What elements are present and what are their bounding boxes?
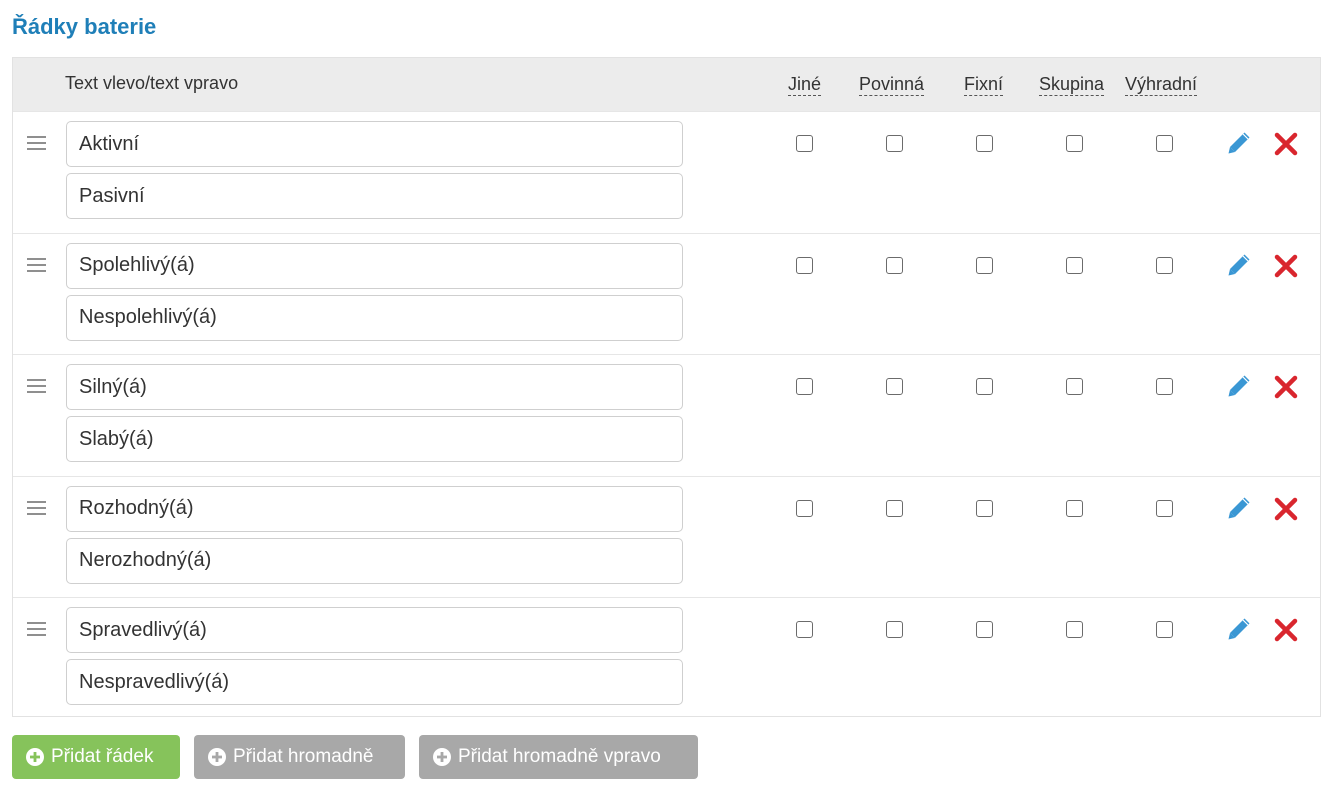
drag-handle-icon[interactable] [27, 379, 46, 393]
add-bulk-label: Přidat hromadně [233, 746, 374, 767]
close-icon[interactable] [1273, 374, 1299, 400]
table-row [13, 232, 1320, 354]
checkbox-fixed[interactable] [976, 135, 993, 152]
header-exclusive[interactable]: Výhradní [1125, 73, 1198, 96]
drag-handle-icon[interactable] [27, 257, 46, 272]
plus-circle-icon [208, 748, 226, 766]
pencil-icon[interactable] [1227, 374, 1251, 398]
checkbox-fixed[interactable] [976, 621, 993, 638]
close-icon[interactable] [1273, 617, 1299, 643]
close-icon[interactable] [1273, 253, 1299, 279]
drag-handle-icon[interactable] [27, 622, 46, 636]
checkbox-exclusive[interactable] [1156, 256, 1173, 274]
drag-handle-icon[interactable] [27, 136, 46, 150]
checkbox-exclusive[interactable] [1156, 378, 1173, 395]
plus-circle-icon [433, 748, 451, 766]
pencil-icon[interactable] [1227, 496, 1251, 520]
checkbox-other[interactable] [796, 256, 813, 274]
checkbox-exclusive[interactable] [1156, 499, 1173, 517]
section-title: Řádky baterie [12, 14, 157, 39]
left-text-input[interactable] [66, 121, 683, 167]
add-bulk-right-button[interactable]: Přidat hromadně vpravo [419, 735, 698, 779]
left-text-input[interactable] [66, 607, 683, 653]
table-row [13, 475, 1320, 597]
checkbox-exclusive[interactable] [1156, 135, 1173, 152]
checkbox-group[interactable] [1066, 256, 1083, 274]
close-icon[interactable] [1273, 131, 1299, 157]
checkbox-required[interactable] [886, 378, 903, 395]
checkbox-other[interactable] [796, 499, 813, 517]
header-group[interactable]: Skupina [1039, 73, 1105, 96]
right-text-input[interactable] [66, 537, 683, 584]
checkbox-other[interactable] [796, 135, 813, 152]
checkbox-other[interactable] [796, 621, 813, 638]
battery-rows-table: Text vlevo/text vpravo Jiné Povinná Fixn… [12, 57, 1321, 717]
checkbox-other[interactable] [796, 378, 813, 395]
checkbox-fixed[interactable] [976, 499, 993, 517]
table-row [13, 597, 1320, 718]
left-text-input[interactable] [66, 485, 683, 532]
checkbox-required[interactable] [886, 499, 903, 517]
checkbox-group[interactable] [1066, 378, 1083, 395]
add-bulk-button[interactable]: Přidat hromadně [194, 735, 405, 779]
header-other[interactable]: Jiné [788, 73, 822, 96]
table-row [13, 111, 1320, 232]
checkbox-group[interactable] [1066, 621, 1083, 638]
header-required[interactable]: Povinná [859, 73, 925, 96]
pencil-icon[interactable] [1227, 617, 1251, 641]
checkbox-fixed[interactable] [976, 378, 993, 395]
table-header: Text vlevo/text vpravo Jiné Povinná Fixn… [13, 58, 1320, 111]
header-fixed[interactable]: Fixní [964, 73, 1004, 96]
left-text-input[interactable] [66, 242, 683, 289]
left-text-input[interactable] [66, 364, 683, 410]
drag-handle-icon[interactable] [27, 500, 46, 515]
right-text-input[interactable] [66, 416, 683, 462]
right-text-input[interactable] [66, 659, 683, 705]
checkbox-required[interactable] [886, 135, 903, 152]
add-row-label: Přidat řádek [51, 746, 154, 767]
table-row [13, 354, 1320, 475]
pencil-icon[interactable] [1227, 131, 1251, 155]
header-text-column: Text vlevo/text vpravo [65, 73, 239, 93]
checkbox-group[interactable] [1066, 135, 1083, 152]
plus-circle-icon [26, 748, 44, 766]
add-row-button[interactable]: Přidat řádek [12, 735, 180, 779]
add-bulk-right-label: Přidat hromadně vpravo [458, 746, 661, 767]
right-text-input[interactable] [66, 173, 683, 219]
checkbox-group[interactable] [1066, 499, 1083, 517]
checkbox-fixed[interactable] [976, 256, 993, 274]
close-icon[interactable] [1273, 496, 1299, 522]
checkbox-required[interactable] [886, 256, 903, 274]
right-text-input[interactable] [66, 294, 683, 341]
pencil-icon[interactable] [1227, 253, 1251, 277]
checkbox-exclusive[interactable] [1156, 621, 1173, 638]
checkbox-required[interactable] [886, 621, 903, 638]
